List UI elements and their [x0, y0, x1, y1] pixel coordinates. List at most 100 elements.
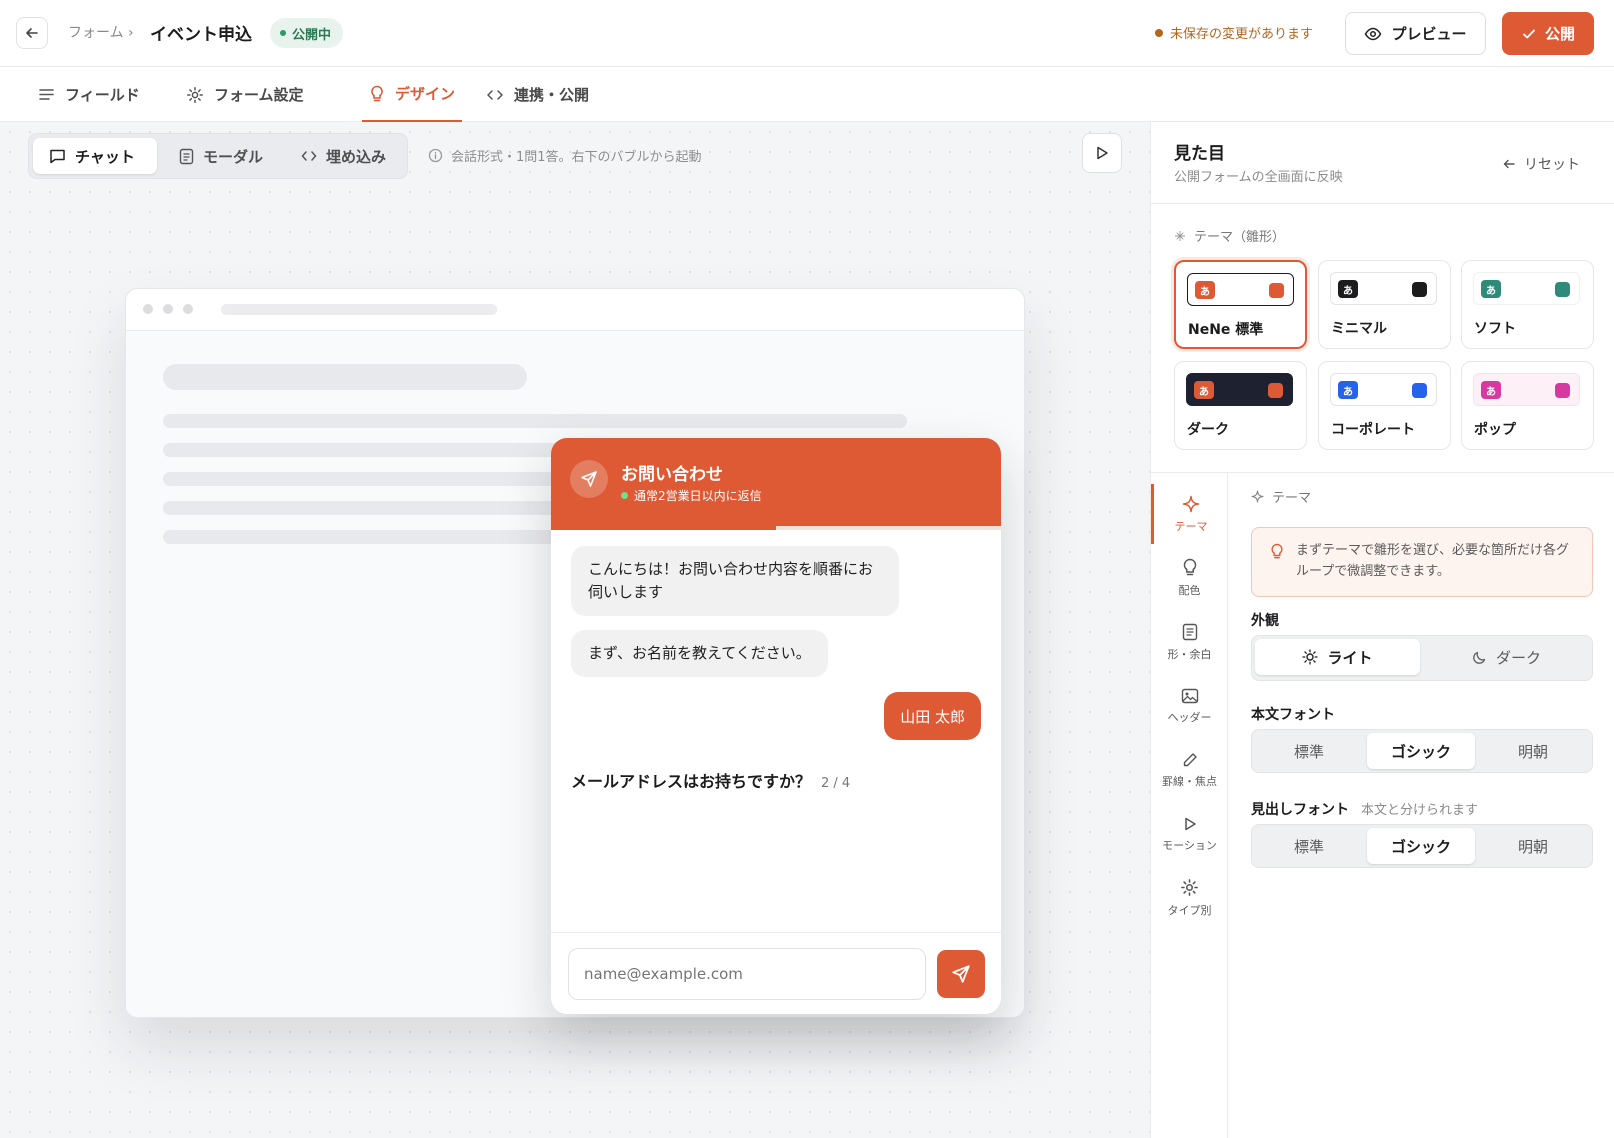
email-input[interactable] — [568, 948, 926, 1000]
theme-swatch: あ — [1330, 272, 1437, 305]
chat-footer — [551, 932, 1001, 1014]
chat-title: お問い合わせ — [621, 465, 723, 485]
theme-name: ミニマル — [1331, 321, 1387, 337]
nav-item-header[interactable]: ヘッダー — [1151, 676, 1228, 736]
unsaved-dot — [1155, 28, 1163, 37]
nav-item-shape[interactable]: 形・余白 — [1151, 612, 1228, 672]
chat-subtitle: 通常2営業日以内に返信 — [621, 487, 762, 504]
panel-subtitle: 公開フォームの全画面に反映 — [1174, 170, 1343, 185]
body-font-label-text: 本文フォント — [1251, 707, 1335, 723]
body-font-option[interactable]: 明朝 — [1479, 733, 1587, 769]
mock-browser-bar — [126, 289, 1024, 331]
play-preview-button[interactable] — [1082, 133, 1122, 173]
appearance-light-option[interactable]: ライト — [1255, 639, 1420, 675]
theme-card-pop[interactable]: あ ポップ — [1461, 361, 1594, 450]
tab-form-settings[interactable]: フォーム設定 — [186, 67, 304, 122]
body-font-label: 本文フォント — [1251, 704, 1335, 724]
design-side-nav: テーマ 配色 形・余白 ヘッダー 罫線・焦点 モーション タイプ別 — [1151, 472, 1228, 1138]
skeleton-line — [163, 472, 583, 486]
status-badge: 公開中 — [270, 18, 344, 48]
option-label: ライト — [1327, 648, 1373, 667]
chat-question: メールアドレスはお持ちですか？ 2 / 4 — [571, 768, 850, 792]
eye-icon — [1364, 25, 1382, 43]
theme-swatch: あ — [1330, 373, 1437, 406]
user-message: 山田 太郎 — [884, 692, 981, 740]
theme-glyph: あ — [1338, 280, 1358, 298]
reset-button[interactable]: リセット — [1502, 154, 1580, 174]
appearance-dark-option[interactable]: ダーク — [1424, 639, 1589, 675]
nav-item-theme[interactable]: テーマ — [1151, 484, 1228, 544]
unsaved-indicator: 未保存の変更があります — [1155, 23, 1313, 42]
theme-card-minimal[interactable]: あ ミニマル — [1318, 260, 1451, 349]
theme-accent-dot — [1412, 383, 1427, 398]
window-dot — [163, 304, 173, 314]
publish-label: 公開 — [1544, 25, 1575, 43]
top-bar: フォーム › イベント申込 公開中 未保存の変更があります プレビュー 公開 — [0, 0, 1614, 67]
check-icon — [1521, 26, 1537, 42]
publish-button[interactable]: 公開 — [1502, 12, 1594, 55]
appearance-label-text: 外観 — [1251, 613, 1279, 629]
mode-embed[interactable]: 埋め込み — [285, 138, 402, 174]
breadcrumb[interactable]: フォーム › — [68, 22, 134, 42]
nav-item-by-type[interactable]: タイプ別 — [1151, 868, 1228, 928]
mode-modal[interactable]: モーダル — [163, 138, 279, 174]
window-dot — [143, 304, 153, 314]
pane-title-text: テーマ — [1272, 491, 1312, 506]
heading-font-option[interactable]: 明朝 — [1479, 828, 1587, 864]
theme-swatch: あ — [1187, 273, 1294, 306]
tab-label: フォーム設定 — [214, 86, 304, 104]
back-button[interactable] — [16, 17, 48, 49]
theme-card-nene[interactable]: あ NeNe 標準 — [1174, 260, 1307, 349]
send-button[interactable] — [937, 950, 985, 998]
bulb-icon — [369, 85, 385, 103]
theme-name: ソフト — [1474, 321, 1516, 337]
code-icon — [486, 88, 504, 102]
tab-fields[interactable]: フィールド — [38, 67, 140, 122]
heading-font-option[interactable]: ゴシック — [1367, 828, 1475, 864]
play-icon — [1183, 816, 1197, 832]
pencil-icon — [1182, 752, 1198, 768]
tab-design[interactable]: デザイン — [362, 67, 462, 122]
chat-avatar — [570, 460, 608, 498]
nav-label: テーマ — [1174, 519, 1208, 533]
body-font-option[interactable]: 標準 — [1255, 733, 1363, 769]
sparkle-icon — [1182, 495, 1200, 513]
mode-label: モーダル — [203, 147, 264, 166]
design-panel: 見た目 公開フォームの全画面に反映 リセット テーマ（雛形） あ NeNe 標準… — [1150, 122, 1614, 1138]
theme-swatch: あ — [1473, 373, 1580, 406]
appearance-label: 外観 — [1251, 610, 1279, 630]
status-dot — [280, 30, 286, 36]
theme-card-dark[interactable]: あ ダーク — [1174, 361, 1307, 450]
theme-name: NeNe 標準 — [1188, 322, 1264, 338]
theme-glyph: あ — [1195, 281, 1215, 299]
mode-chat[interactable]: チャット — [33, 138, 157, 174]
heading-font-toggle: 標準 ゴシック 明朝 — [1251, 824, 1593, 868]
send-icon — [951, 964, 971, 984]
skeleton-line — [163, 443, 583, 457]
heading-font-option[interactable]: 標準 — [1255, 828, 1363, 864]
online-dot — [621, 492, 628, 499]
nav-item-colors[interactable]: 配色 — [1151, 548, 1228, 608]
question-step: 2 / 4 — [821, 776, 851, 791]
theme-swatch: あ — [1473, 272, 1580, 305]
skeleton-line — [163, 414, 907, 428]
chat-icon — [49, 148, 66, 164]
bot-message: こんにちは！お問い合わせ内容を順番にお伺いします — [571, 546, 899, 616]
document-icon — [1182, 623, 1198, 641]
nav-item-motion[interactable]: モーション — [1151, 804, 1228, 864]
chat-header: お問い合わせ 通常2営業日以内に返信 — [551, 438, 1001, 526]
option-label: ダーク — [1495, 648, 1541, 667]
pane-title: テーマ — [1251, 487, 1311, 506]
bot-message: まず、お名前を教えてください。 — [571, 630, 828, 677]
nav-label: 罫線・焦点 — [1162, 774, 1217, 788]
theme-name: ダーク — [1187, 422, 1229, 438]
play-icon — [1095, 145, 1109, 161]
nav-label: 形・余白 — [1167, 647, 1212, 661]
heading-font-label: 見出しフォント 本文と分けられます — [1251, 799, 1478, 819]
body-font-option[interactable]: ゴシック — [1367, 733, 1475, 769]
theme-card-corporate[interactable]: あ コーポレート — [1318, 361, 1451, 450]
theme-card-soft[interactable]: あ ソフト — [1461, 260, 1594, 349]
tab-integration[interactable]: 連携・公開 — [486, 67, 589, 122]
preview-button[interactable]: プレビュー — [1345, 12, 1486, 55]
nav-item-borders[interactable]: 罫線・焦点 — [1151, 740, 1228, 800]
